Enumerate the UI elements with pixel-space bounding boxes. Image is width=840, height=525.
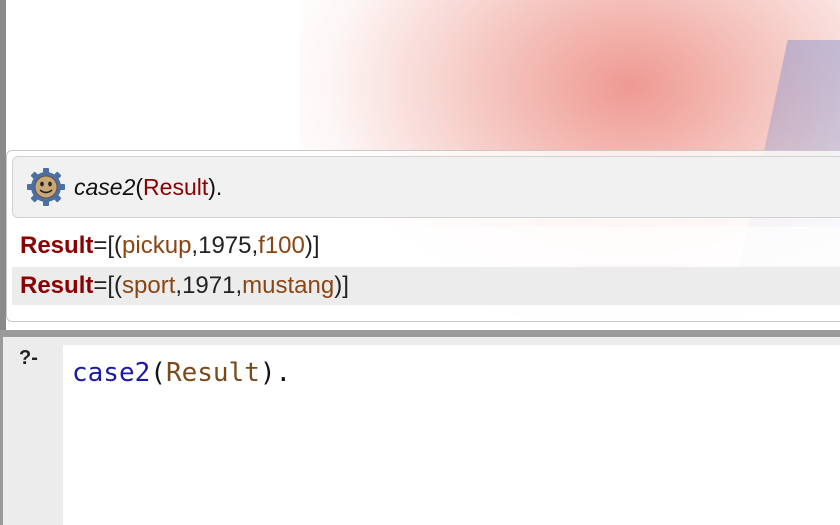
query-prompt: ?-	[19, 347, 38, 369]
result-prefix: [(	[107, 272, 123, 299]
editor-close: ).	[259, 358, 292, 388]
result-row: Result = [(sport, 1971, mustang)]	[12, 267, 840, 305]
result-atom: mustang	[242, 272, 335, 299]
result-number: 1971	[182, 272, 236, 299]
result-number: 1975	[198, 232, 252, 259]
result-equals: =	[93, 272, 108, 299]
gear-smiley-icon[interactable]	[26, 167, 66, 207]
editor-predicate: case2	[72, 358, 151, 388]
result-separator: ,	[235, 272, 243, 299]
output-area: case2(Result). Result = [(pickup, 1975, f1…	[0, 0, 840, 332]
editor-variable: Result	[165, 358, 260, 388]
result-separator: ,	[191, 232, 199, 259]
query-input-area: ?- case2(Result).	[0, 337, 840, 525]
result-variable: Result	[20, 272, 94, 299]
result-atom: pickup	[122, 232, 192, 259]
result-equals: =	[93, 232, 108, 259]
editor-line[interactable]: case2(Result).	[72, 358, 291, 388]
query-variable: Result	[143, 173, 209, 200]
result-atom: sport	[122, 272, 176, 299]
result-separator: ,	[251, 232, 259, 259]
result-variable: Result	[20, 232, 94, 259]
result-row: Result = [(pickup, 1975, f100)]	[12, 227, 840, 265]
pane-divider[interactable]	[0, 330, 840, 337]
query-close: ).	[208, 173, 223, 200]
editor-open-paren: (	[150, 358, 166, 388]
query-editor[interactable]: case2(Result).	[63, 345, 840, 525]
result-suffix: )]	[334, 272, 349, 299]
query-text: case2(Result).	[74, 174, 222, 201]
query-header[interactable]: case2(Result).	[12, 156, 840, 218]
result-separator: ,	[175, 272, 183, 299]
left-border	[0, 337, 3, 525]
query-predicate: case2	[74, 173, 136, 200]
query-answer-panel: case2(Result). Result = [(pickup, 1975, f1…	[6, 150, 840, 322]
result-suffix: )]	[304, 232, 320, 259]
result-prefix: [(	[107, 232, 123, 259]
query-open-paren: (	[135, 173, 144, 200]
result-atom: f100	[258, 232, 305, 259]
